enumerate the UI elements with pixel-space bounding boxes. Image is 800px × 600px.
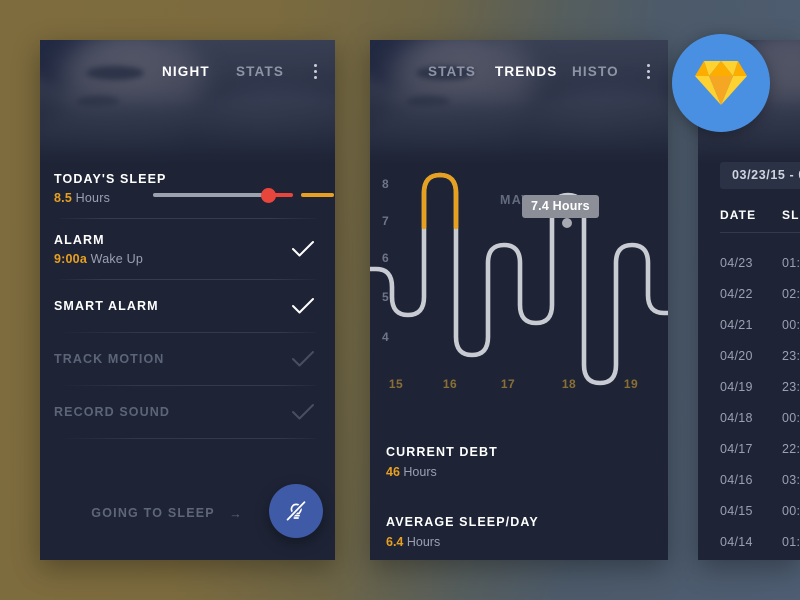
table-row[interactable]: 04/15 00:4 bbox=[720, 504, 800, 518]
row-smart-alarm[interactable]: SMART ALARM bbox=[54, 280, 321, 332]
column-header-date: DATE bbox=[720, 208, 757, 222]
stat-value: 6.4 bbox=[386, 535, 404, 549]
cell-date: 04/15 bbox=[720, 504, 753, 518]
screenshot-stage: NIGHT STATS TODAY'S SLEEP 8.5 Hours ALAR… bbox=[0, 0, 800, 600]
cell-sleep: 00:3 bbox=[782, 411, 800, 425]
cell-sleep: 00:4 bbox=[782, 504, 800, 518]
row-track-motion[interactable]: TRACK MOTION bbox=[54, 333, 321, 385]
sleep-trend-chart: 8 7 6 5 4 MAY 7.4 Hours 15 16 17 18 19 bbox=[370, 165, 668, 430]
cell-date: 04/23 bbox=[720, 256, 753, 270]
stat-unit: Hours bbox=[403, 465, 437, 479]
trends-screen-card: STATS TRENDS HISTO 8 7 6 5 4 MAY 7.4 Hou… bbox=[370, 40, 668, 560]
table-row[interactable]: 04/16 03:1 bbox=[720, 473, 800, 487]
alarm-time-value: 9:00a bbox=[54, 252, 87, 266]
stat-value: 46 bbox=[386, 465, 400, 479]
table-row[interactable]: 04/20 23:1 bbox=[720, 349, 800, 363]
divider bbox=[59, 438, 316, 439]
sketch-diamond-icon bbox=[695, 61, 747, 105]
cell-date: 04/19 bbox=[720, 380, 753, 394]
date-range-selector[interactable]: 03/23/15 - 0 bbox=[720, 162, 800, 189]
x-tick-15: 15 bbox=[388, 377, 404, 391]
row-title: TODAY'S SLEEP bbox=[54, 172, 167, 186]
cell-sleep: 23:1 bbox=[782, 349, 800, 363]
cell-date: 04/22 bbox=[720, 287, 753, 301]
row-title: RECORD SOUND bbox=[54, 405, 170, 419]
cell-date: 04/21 bbox=[720, 318, 753, 332]
history-table-header: DATE SLE bbox=[720, 208, 800, 222]
trends-tabbar: STATS TRENDS HISTO bbox=[370, 40, 668, 102]
stat-value-row: 46 Hours bbox=[386, 465, 498, 479]
table-row[interactable]: 04/17 22:1 bbox=[720, 442, 800, 456]
table-row[interactable]: 04/14 01:1 bbox=[720, 535, 800, 549]
check-icon[interactable] bbox=[291, 350, 315, 368]
stat-title: CURRENT DEBT bbox=[386, 445, 498, 459]
cell-date: 04/14 bbox=[720, 535, 753, 549]
stat-title: AVERAGE SLEEP/DAY bbox=[386, 515, 539, 529]
cell-date: 04/17 bbox=[720, 442, 753, 456]
sleep-mode-fab[interactable] bbox=[269, 484, 323, 538]
stat-unit: Hours bbox=[406, 535, 441, 549]
cell-sleep: 02:0 bbox=[782, 287, 800, 301]
row-alarm[interactable]: ALARM 9:00a Wake Up bbox=[54, 219, 321, 279]
check-icon[interactable] bbox=[291, 240, 315, 258]
tab-night[interactable]: NIGHT bbox=[162, 64, 210, 79]
cell-sleep: 01:1 bbox=[782, 256, 800, 270]
row-title: SMART ALARM bbox=[54, 299, 159, 313]
kebab-menu-icon[interactable] bbox=[313, 63, 317, 79]
tab-history[interactable]: HISTO bbox=[572, 64, 619, 79]
stat-current-debt: CURRENT DEBT 46 Hours bbox=[386, 445, 498, 479]
row-record-sound[interactable]: RECORD SOUND bbox=[54, 386, 321, 438]
night-tabbar: NIGHT STATS bbox=[40, 40, 335, 102]
sketch-app-badge bbox=[672, 34, 770, 132]
cell-date: 04/16 bbox=[720, 473, 753, 487]
column-header-sleep: SLE bbox=[782, 208, 800, 222]
night-footer: GOING TO SLEEP → bbox=[54, 484, 323, 542]
table-header-divider bbox=[720, 232, 800, 233]
check-icon[interactable] bbox=[291, 297, 315, 315]
alarm-label: Wake Up bbox=[90, 252, 144, 266]
chart-x-axis: 15 16 17 18 19 bbox=[370, 377, 668, 391]
table-row[interactable]: 04/21 00:3 bbox=[720, 318, 800, 332]
cell-date: 04/18 bbox=[720, 411, 753, 425]
x-tick-19: 19 bbox=[623, 377, 639, 391]
stat-value-row: 6.4 Hours bbox=[386, 535, 539, 549]
stat-average-sleep: AVERAGE SLEEP/DAY 6.4 Hours bbox=[386, 515, 539, 549]
lightbulb-off-icon bbox=[285, 499, 307, 522]
tab-trends[interactable]: TRENDS bbox=[495, 64, 557, 79]
sleep-hours-unit: Hours bbox=[75, 191, 111, 205]
sleep-slider[interactable] bbox=[153, 186, 334, 204]
slider-knob[interactable] bbox=[261, 188, 276, 203]
slider-tail-gold bbox=[301, 193, 334, 197]
going-to-sleep-label: GOING TO SLEEP bbox=[91, 506, 215, 520]
x-tick-17: 17 bbox=[500, 377, 516, 391]
tab-stats[interactable]: STATS bbox=[428, 64, 476, 79]
table-row[interactable]: 04/18 00:3 bbox=[720, 411, 800, 425]
going-to-sleep-button[interactable]: GOING TO SLEEP → bbox=[91, 506, 243, 521]
cell-date: 04/20 bbox=[720, 349, 753, 363]
row-todays-sleep[interactable]: TODAY'S SLEEP 8.5 Hours bbox=[54, 158, 334, 218]
row-title: ALARM bbox=[54, 233, 105, 247]
x-tick-18: 18 bbox=[561, 377, 577, 391]
check-icon[interactable] bbox=[291, 403, 315, 421]
table-row[interactable]: 04/19 23:5 bbox=[720, 380, 800, 394]
cell-sleep: 01:1 bbox=[782, 535, 800, 549]
night-screen-card: NIGHT STATS TODAY'S SLEEP 8.5 Hours ALAR… bbox=[40, 40, 335, 560]
cell-sleep: 22:1 bbox=[782, 442, 800, 456]
kebab-menu-icon[interactable] bbox=[646, 63, 650, 79]
cell-sleep: 23:5 bbox=[782, 380, 800, 394]
table-row[interactable]: 04/22 02:0 bbox=[720, 287, 800, 301]
cell-sleep: 03:1 bbox=[782, 473, 800, 487]
row-subtitle: 9:00a Wake Up bbox=[54, 252, 321, 266]
chart-tooltip-marker bbox=[562, 218, 572, 228]
sleep-hours-value: 8.5 bbox=[54, 191, 72, 205]
arrow-right-icon: → bbox=[229, 507, 243, 521]
cell-sleep: 00:3 bbox=[782, 318, 800, 332]
table-row[interactable]: 04/23 01:1 bbox=[720, 256, 800, 270]
chart-tooltip: 7.4 Hours bbox=[522, 195, 599, 218]
slider-track bbox=[153, 193, 271, 197]
x-tick-16: 16 bbox=[442, 377, 458, 391]
row-title: TRACK MOTION bbox=[54, 352, 165, 366]
tab-stats[interactable]: STATS bbox=[236, 64, 284, 79]
